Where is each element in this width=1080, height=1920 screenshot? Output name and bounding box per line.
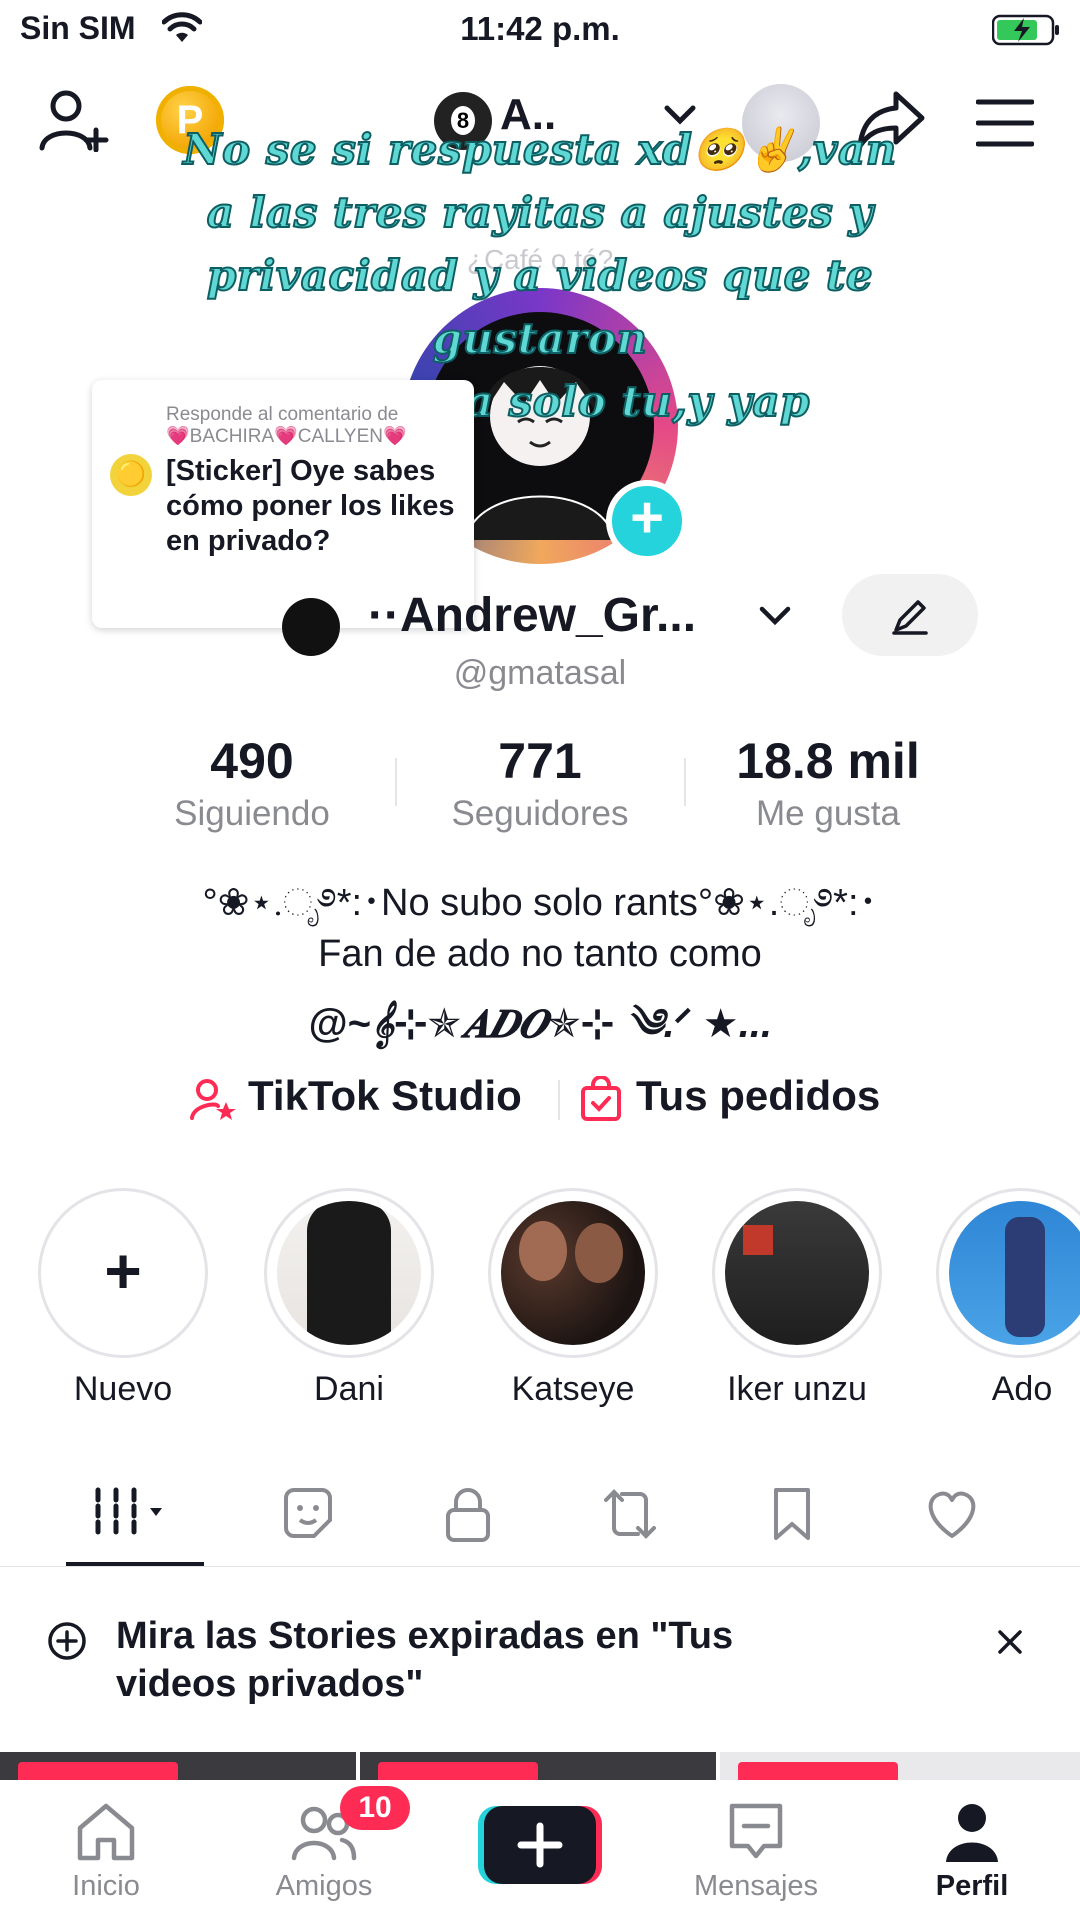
- highlight-label: Katseye: [511, 1370, 635, 1408]
- nav-home[interactable]: Inicio: [6, 1780, 206, 1903]
- plus-icon: +: [104, 1235, 142, 1307]
- edit-profile-button[interactable]: [842, 574, 978, 656]
- video-thumbnail[interactable]: [360, 1752, 716, 1780]
- divider: [395, 758, 397, 806]
- highlight-thumbnail: [501, 1201, 645, 1345]
- nav-label: Inicio: [72, 1870, 140, 1902]
- divider: [558, 1080, 560, 1120]
- divider: [0, 1566, 1080, 1567]
- display-name[interactable]: ··Andrew_Gr...: [368, 588, 696, 643]
- repost-tab-icon[interactable]: [600, 1484, 660, 1544]
- nav-messages[interactable]: Mensajes: [656, 1780, 856, 1903]
- stat-label: Siguiendo: [174, 794, 330, 833]
- close-icon[interactable]: [996, 1628, 1024, 1656]
- stories-banner-text[interactable]: Mira las Stories expiradas en "Tus video…: [116, 1612, 806, 1708]
- stat-label: Me gusta: [756, 794, 900, 833]
- reply-heading: Responde al comentario de 💗BACHIRA💗CALLY…: [166, 404, 407, 448]
- add-story-button[interactable]: +: [606, 480, 688, 562]
- studio-icon: [190, 1079, 236, 1120]
- bio-mention[interactable]: @~𝄞⊹✯𝑨𝑫𝑶✯⊹ ༄.ᐟ ★...: [0, 978, 1080, 1091]
- stat-following[interactable]: 490 Siguiendo: [112, 732, 392, 834]
- divider: [684, 758, 686, 806]
- highlight-thumbnail: [949, 1201, 1080, 1345]
- profile-icon: [946, 1804, 998, 1862]
- highlight-item[interactable]: [488, 1188, 658, 1358]
- caption-line: privacidad y a videos que te gustaron: [206, 250, 874, 364]
- highlight-label: Dani: [314, 1370, 384, 1408]
- nav-label: Amigos: [275, 1870, 373, 1902]
- reply-comment-text: [Sticker] Oye sabes cómo poner los likes…: [166, 455, 455, 557]
- messages-icon: [729, 1803, 783, 1859]
- highlight-thumbnail: [725, 1201, 869, 1345]
- sticker-tab-icon[interactable]: [278, 1484, 338, 1544]
- shopping-bag-icon: [581, 1076, 621, 1121]
- stat-value: 18.8 mil: [736, 733, 920, 789]
- clock: 11:42 p.m.: [460, 10, 620, 47]
- caption-line: a las tres rayitas a ajustes y: [206, 187, 874, 238]
- highlight-item[interactable]: [264, 1188, 434, 1358]
- chevron-down-icon[interactable]: [758, 604, 792, 628]
- highlight-label: Iker unzu: [727, 1370, 867, 1408]
- reply-heading-label: Responde al comentario de: [166, 404, 399, 425]
- lock-tab-icon[interactable]: [438, 1484, 498, 1544]
- tiktok-studio-link[interactable]: TikTok Studio: [248, 1072, 522, 1120]
- highlight-label: Ado: [991, 1370, 1053, 1408]
- stat-value: 771: [498, 733, 582, 789]
- highlight-thumbnail: [277, 1201, 421, 1345]
- orders-link[interactable]: Tus pedidos: [636, 1072, 880, 1120]
- notification-badge: 10: [340, 1786, 410, 1830]
- bookmark-tab-icon[interactable]: [762, 1484, 822, 1544]
- videos-grid-tab-icon[interactable]: [92, 1484, 182, 1544]
- highlight-new-button[interactable]: +: [38, 1188, 208, 1358]
- stat-likes[interactable]: 18.8 mil Me gusta: [688, 732, 968, 834]
- menu-icon[interactable]: [976, 98, 1034, 148]
- video-thumbnail[interactable]: [720, 1752, 1080, 1780]
- nav-profile[interactable]: Perfil: [872, 1780, 1072, 1903]
- video-thumbnail[interactable]: [0, 1752, 356, 1780]
- username-handle: @gmatasal: [453, 654, 627, 692]
- nav-label: Mensajes: [693, 1870, 819, 1902]
- caption-line: No se si respuesta xd🥺✌️,van: [182, 124, 897, 175]
- reply-author: 💗BACHIRA💗CALLYEN💗: [166, 426, 407, 447]
- minion-avatar-icon: 🟡: [110, 454, 152, 496]
- highlight-item[interactable]: [712, 1188, 882, 1358]
- highlight-item[interactable]: [936, 1188, 1080, 1358]
- stat-followers[interactable]: 771 Seguidores: [400, 732, 680, 834]
- heart-tab-icon[interactable]: [922, 1484, 982, 1544]
- highlight-label: Nuevo: [73, 1370, 173, 1408]
- add-friend-icon[interactable]: [38, 88, 110, 152]
- stat-label: Seguidores: [451, 794, 629, 833]
- create-button[interactable]: [478, 1806, 602, 1884]
- bio-line: Fan de ado no tanto como: [318, 933, 762, 975]
- status-bar: Sin SIM 11:42 p.m.: [0, 0, 1080, 60]
- pencil-icon: [892, 600, 928, 635]
- home-icon: [77, 1803, 135, 1861]
- story-plus-icon: [48, 1622, 86, 1660]
- stat-value: 490: [210, 733, 294, 789]
- nav-label: Perfil: [935, 1870, 1009, 1902]
- name-emoji-icon: [282, 598, 340, 656]
- battery-charging-icon: [992, 14, 1059, 46]
